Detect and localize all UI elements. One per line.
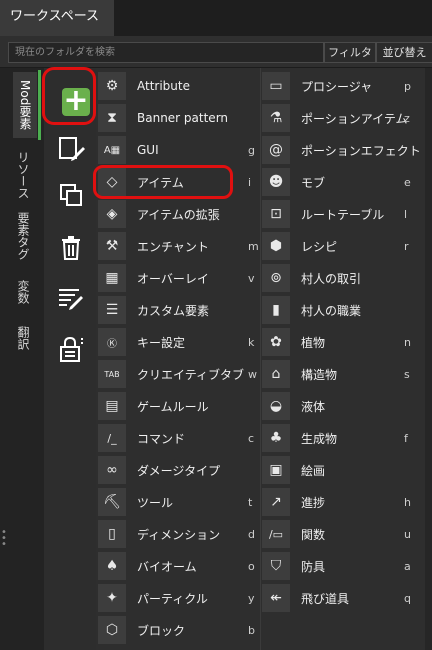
menu-item-damage-type[interactable]: ∞ ダメージタイプ — [98, 454, 260, 486]
particle-icon: ✦ — [98, 584, 126, 612]
item-extension-icon: ◈ — [98, 200, 126, 228]
bucket-icon: ◒ — [262, 392, 290, 420]
damage-type-icon: ∞ — [98, 456, 126, 484]
menu-item-plant[interactable]: ✿ 植物 n — [262, 326, 432, 358]
item-highlight — [93, 165, 233, 199]
tab-bar-empty — [114, 0, 432, 36]
add-button-highlight — [42, 67, 96, 125]
search-input[interactable] — [8, 42, 324, 63]
spiral-icon: @ — [262, 136, 290, 164]
vtab-mod-elements[interactable]: Mod要素 — [13, 72, 37, 138]
sort-button[interactable]: 並び替え — [376, 42, 432, 63]
tool-column: + — [44, 68, 96, 650]
arrow-icon: ↞ — [262, 584, 290, 612]
vtab-variables[interactable]: 変数 — [11, 274, 35, 310]
tab-workspace[interactable]: ワークスペース — [0, 0, 114, 36]
menu-item-banner-pattern[interactable]: ⧗ Banner pattern — [98, 102, 260, 134]
structure-icon: ⌂ — [262, 360, 290, 388]
menu-item-potion-item[interactable]: ⚗ ポーションアイテム z — [262, 102, 432, 134]
gamerule-icon: ▤ — [98, 392, 126, 420]
duplicate-button[interactable] — [52, 176, 90, 214]
menu-item-dimension[interactable]: ▯ ディメンション d — [98, 518, 260, 550]
menu-item-enchant[interactable]: ⚒ エンチャント m — [98, 230, 260, 262]
menu-item-potion-effect[interactable]: @ ポーションエフェクト — [262, 134, 432, 166]
resize-handle[interactable]: • • • — [1, 528, 7, 550]
menu-item-painting[interactable]: ▣ 絵画 — [262, 454, 432, 486]
active-tab-indicator — [38, 70, 41, 140]
mob-icon: ☻ — [262, 168, 290, 196]
menu-item-gui[interactable]: A▦ GUI g — [98, 134, 260, 166]
key-icon: Ⓚ — [98, 328, 126, 356]
column-divider — [260, 68, 261, 650]
menu-item-recipe[interactable]: ⬢ レシピ r — [262, 230, 432, 262]
vertical-tab-bar: Mod要素 リソース 要素タグ 変数 翻訳 • • • — [0, 68, 44, 650]
tab-icon: TAB — [98, 360, 126, 388]
loot-table-icon: ⊡ — [262, 200, 290, 228]
menu-item-biome[interactable]: ♠ バイオーム o — [98, 550, 260, 582]
cube-icon: ⬡ — [98, 616, 126, 644]
pickaxe-icon: ⛏ — [98, 488, 126, 516]
menu-item-custom-element[interactable]: ☰ カスタム要素 — [98, 294, 260, 326]
gui-icon: A▦ — [98, 136, 126, 164]
function-icon: /▭ — [262, 520, 290, 548]
menu-item-item-extension[interactable]: ◈ アイテムの拡張 — [98, 198, 260, 230]
lock-button[interactable] — [52, 330, 90, 368]
menu-item-particle[interactable]: ✦ パーティクル y — [98, 582, 260, 614]
menu-item-overlay[interactable]: ▦ オーバーレイ v — [98, 262, 260, 294]
menu-item-mob[interactable]: ☻ モブ e — [262, 166, 432, 198]
menu-item-key-settings[interactable]: Ⓚ キー設定 k — [98, 326, 260, 358]
menu-item-creative-tab[interactable]: TAB クリエイティブタブ w — [98, 358, 260, 390]
scrollbar[interactable] — [425, 68, 432, 650]
menu-item-gamerule[interactable]: ▤ ゲームルール — [98, 390, 260, 422]
menu-item-tool[interactable]: ⛏ ツール t — [98, 486, 260, 518]
dimension-icon: ▯ — [98, 520, 126, 548]
filter-button[interactable]: フィルタ — [324, 42, 376, 63]
edit-file-icon — [59, 137, 85, 161]
vtab-element-tags[interactable]: 要素タグ — [11, 208, 35, 264]
vtab-resources[interactable]: リソース — [11, 150, 35, 200]
feature-icon: ♣ — [262, 424, 290, 452]
list-edit-button[interactable] — [52, 278, 90, 316]
delete-button[interactable] — [52, 228, 90, 266]
menu-item-feature[interactable]: ♣ 生成物 f — [262, 422, 432, 454]
list-edit-icon — [59, 289, 83, 310]
menu-item-projectile[interactable]: ↞ 飛び道具 q — [262, 582, 432, 614]
chart-icon: ↗ — [262, 488, 290, 516]
profession-icon: ▮ — [262, 296, 290, 324]
painting-icon: ▣ — [262, 456, 290, 484]
top-tab-bar: ワークスペース — [0, 0, 432, 36]
folder-icon: ▭ — [262, 72, 290, 100]
flask-icon: ⚗ — [262, 104, 290, 132]
command-icon: /_ — [98, 424, 126, 452]
add-element-menu: ⚙ Attribute ⧗ Banner pattern A▦ GUI g ◇ … — [96, 68, 432, 650]
overlay-icon: ▦ — [98, 264, 126, 292]
recipe-icon: ⬢ — [262, 232, 290, 260]
trash-icon — [62, 236, 80, 260]
menu-item-loot-table[interactable]: ⊡ ルートテーブル l — [262, 198, 432, 230]
menu-item-block[interactable]: ⬡ ブロック b — [98, 614, 260, 646]
menu-item-command[interactable]: /_ コマンド c — [98, 422, 260, 454]
menu-item-villager-trade[interactable]: ⊚ 村人の取引 — [262, 262, 432, 294]
custom-element-icon: ☰ — [98, 296, 126, 324]
menu-item-procedure[interactable]: ▭ プロシージャ p — [262, 70, 432, 102]
menu-item-function[interactable]: /▭ 関数 u — [262, 518, 432, 550]
menu-item-villager-profession[interactable]: ▮ 村人の職業 — [262, 294, 432, 326]
edit-element-button[interactable] — [52, 130, 90, 168]
menu-item-advancement[interactable]: ↗ 進捗 h — [262, 486, 432, 518]
trade-icon: ⊚ — [262, 264, 290, 292]
vtab-translations[interactable]: 翻訳 — [11, 320, 35, 356]
attribute-icon: ⚙ — [98, 72, 126, 100]
lock-icon — [60, 336, 83, 362]
menu-item-armor[interactable]: ⛉ 防具 a — [262, 550, 432, 582]
menu-item-fluid[interactable]: ◒ 液体 — [262, 390, 432, 422]
tree-icon: ♠ — [98, 552, 126, 580]
duplicate-icon — [60, 184, 82, 206]
menu-item-attribute[interactable]: ⚙ Attribute — [98, 70, 260, 102]
plant-icon: ✿ — [262, 328, 290, 356]
armor-icon: ⛉ — [262, 552, 290, 580]
search-row: フィルタ 並び替え — [0, 36, 432, 68]
banner-icon: ⧗ — [98, 104, 126, 132]
menu-item-structure[interactable]: ⌂ 構造物 s — [262, 358, 432, 390]
enchant-icon: ⚒ — [98, 232, 126, 260]
